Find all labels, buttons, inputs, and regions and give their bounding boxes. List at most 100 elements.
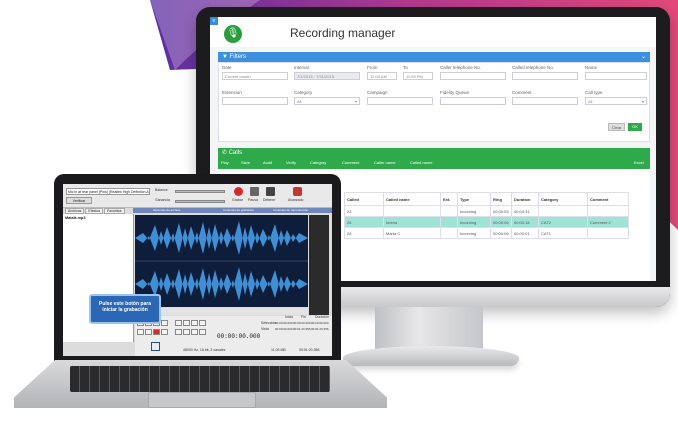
name-field[interactable] — [585, 72, 647, 80]
zoom-selection-icon[interactable] — [191, 320, 198, 326]
called-number-field[interactable] — [512, 72, 578, 80]
page-title: Recording manager — [290, 26, 396, 40]
table-row[interactable]: 28 Marta C Incoming 00:00:06 00:00:01 CA… — [344, 227, 629, 239]
zoom-out-icon[interactable] — [183, 320, 190, 326]
verify-button[interactable]: Verify — [286, 160, 296, 165]
record-label: Grabar — [232, 198, 243, 202]
category-button[interactable]: Category — [310, 160, 326, 165]
zoom-fit-icon[interactable] — [191, 329, 198, 335]
column-header-type[interactable]: Type — [457, 192, 491, 206]
interval-label: Interval — [294, 65, 309, 70]
from-label: From — [367, 65, 378, 70]
column-header-ext[interactable]: Ext. — [440, 192, 458, 206]
column-header-called[interactable]: Called — [344, 192, 384, 206]
category-value: All — [297, 99, 302, 104]
cell: Incoming — [457, 227, 491, 239]
stop-label: Detener — [263, 198, 276, 202]
collapse-chevron-icon[interactable]: ⌄ — [641, 52, 646, 62]
zoom-in-vertical-icon[interactable] — [175, 329, 182, 335]
comment-field[interactable] — [512, 97, 578, 105]
cell: Imena — [383, 216, 441, 228]
extension-field[interactable] — [222, 97, 288, 105]
table-row-selected[interactable]: 26 Imena Incoming 00:00:06 00:00:18 CAT2… — [344, 216, 629, 228]
table-row[interactable]: 23 Incoming 00:00:03 00:00:31 — [344, 205, 629, 217]
selection-end: 00:00:00.000 — [293, 321, 311, 325]
input-device-select[interactable]: Mic in at rear panel (Pink) (Realtek Hig… — [66, 188, 150, 195]
advanced-label: Avanzado — [288, 198, 304, 202]
to-time-field[interactable]: 11:59 PM — [403, 72, 433, 80]
filters-panel-header[interactable]: ▼ Filters ⌄ — [218, 52, 650, 62]
zoom-in-icon[interactable] — [175, 320, 182, 326]
cell — [440, 227, 458, 239]
balance-slider[interactable] — [175, 190, 225, 193]
stop-button[interactable] — [137, 329, 144, 335]
column-header-category[interactable]: Category — [538, 192, 588, 206]
level-meters — [309, 215, 329, 315]
interval-field[interactable]: 7/1/2015 - 7/31/2015 — [294, 72, 360, 80]
gain-label: Ganancia — [155, 198, 170, 202]
gain-slider[interactable] — [175, 200, 225, 203]
advanced-settings-icon[interactable] — [293, 187, 302, 196]
total-time-status: 00:01:20.356 — [299, 348, 320, 352]
microphone-logo-icon: 🎙 — [224, 25, 242, 43]
fidelity-queue-label: Fidelity Queue — [440, 90, 470, 95]
category-select[interactable]: All ▾ — [294, 97, 360, 105]
cell: Comment 2 — [587, 216, 629, 228]
called-number-label: Called telephone No. — [512, 65, 555, 70]
table-header-row: Called Called name Ext. Type Ring Durati… — [344, 192, 629, 206]
excel-export-button[interactable]: Excel — [634, 160, 644, 165]
column-header-ring[interactable]: Ring — [490, 192, 512, 206]
zoom-out-vertical-icon[interactable] — [183, 329, 190, 335]
column-header-duration[interactable]: Duration — [511, 192, 539, 206]
cell: 00:00:06 — [490, 216, 512, 228]
record-button-highlight — [151, 342, 160, 351]
cell: 00:00:03 — [490, 205, 512, 217]
menu-icon[interactable]: ≡ — [210, 17, 218, 25]
view-start: 00:00:00.000 — [275, 327, 293, 331]
file-item[interactable]: Maialk.mp3 — [65, 216, 85, 220]
stop-icon[interactable] — [266, 187, 275, 196]
caller-name-button[interactable]: Caller name — [374, 160, 396, 165]
cell: 00:00:18 — [511, 216, 539, 228]
verify-button[interactable]: Verificar — [66, 197, 92, 204]
forward-button[interactable] — [161, 320, 168, 326]
comment-button[interactable]: Comment — [342, 160, 359, 165]
cell: 00:00:01 — [511, 227, 539, 239]
fidelity-queue-field[interactable] — [440, 97, 506, 105]
play-button[interactable]: Play — [221, 160, 229, 165]
record-button[interactable] — [153, 329, 160, 335]
file-size-status: 11,03 MB — [271, 348, 286, 352]
campaign-label: Campaign — [367, 90, 388, 95]
date-select[interactable]: Current month — [222, 72, 288, 80]
zoom-reset-icon[interactable] — [199, 329, 206, 335]
monitor-stand-base — [343, 346, 519, 366]
zoom-full-icon[interactable] — [199, 320, 206, 326]
cell — [440, 205, 458, 217]
call-type-value: All — [588, 99, 593, 104]
column-header-comment[interactable]: Comment — [587, 192, 629, 206]
laptop-keyboard — [70, 366, 330, 392]
column-header-called-name[interactable]: Called name — [383, 192, 441, 206]
cell — [538, 205, 588, 217]
cell: 23 — [344, 205, 384, 217]
waveform-display[interactable] — [135, 215, 308, 307]
called-name-button[interactable]: Called name — [410, 160, 432, 165]
pause-icon[interactable] — [250, 187, 259, 196]
cell: Incoming — [457, 205, 491, 217]
call-type-select[interactable]: All ▾ — [585, 97, 647, 105]
calls-toolbar: Play Save Audit Verify Category Comment … — [218, 157, 650, 169]
from-time-field[interactable]: 12:00 AM — [367, 72, 397, 80]
audit-button[interactable]: Audit — [263, 160, 272, 165]
cell: 26 — [344, 216, 384, 228]
ok-button[interactable]: OK — [628, 123, 642, 131]
selection-label: Selección — [261, 321, 277, 325]
campaign-field[interactable] — [367, 97, 433, 105]
pause-button[interactable] — [145, 329, 152, 335]
record-icon[interactable] — [234, 187, 243, 196]
clear-button[interactable]: Clear — [608, 123, 625, 131]
cell — [383, 205, 441, 217]
caller-number-field[interactable] — [440, 72, 506, 80]
save-button[interactable]: Save — [241, 160, 250, 165]
skip-end-button[interactable] — [161, 329, 168, 335]
to-label: To — [403, 65, 408, 70]
